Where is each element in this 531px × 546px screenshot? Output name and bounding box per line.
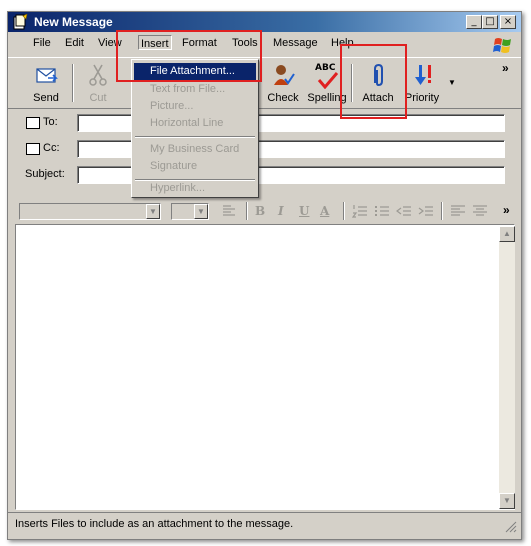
resize-grip-icon[interactable]: [505, 521, 517, 533]
minimize-button[interactable]: _: [466, 15, 482, 29]
send-button[interactable]: Send: [24, 61, 68, 105]
underline-button[interactable]: U: [299, 204, 309, 218]
scroll-up-icon[interactable]: ▲: [499, 226, 515, 242]
vertical-scrollbar[interactable]: ▲ ▼: [499, 226, 515, 509]
scissors-icon: [89, 64, 107, 86]
cut-button[interactable]: Cut: [76, 61, 120, 105]
menu-item-horizontal-line[interactable]: Horizontal Line: [134, 115, 256, 132]
font-size-select[interactable]: ▼: [171, 203, 209, 220]
priority-icon: [415, 65, 431, 85]
new-message-window: New Message _ □ × File Edit View Insert …: [7, 11, 522, 540]
font-color-button[interactable]: A: [320, 204, 329, 218]
chevron-down-icon: ▼: [194, 204, 208, 219]
menu-item-label: My Business Card: [150, 143, 240, 155]
check-names-button[interactable]: Check: [261, 61, 305, 105]
priority-dropdown-icon[interactable]: ▼: [448, 78, 456, 87]
main-toolbar: Send Cut Check ABC Spelling Attach Prior…: [8, 57, 521, 109]
numbered-list-icon[interactable]: [352, 204, 368, 218]
annotation-box-insert-menu: [116, 30, 262, 82]
spell-check-icon: [317, 72, 339, 89]
windows-logo-icon: [493, 38, 511, 53]
menu-item-hyperlink[interactable]: Hyperlink...: [134, 180, 256, 197]
menu-item-signature[interactable]: Signature: [134, 158, 256, 175]
check-names-icon: [274, 65, 295, 85]
decrease-indent-icon[interactable]: [396, 204, 412, 218]
menu-item-label: Hyperlink...: [150, 182, 206, 194]
scroll-down-icon[interactable]: ▼: [499, 493, 515, 509]
menu-item-label: Text from File...: [150, 83, 226, 95]
send-label: Send: [33, 92, 59, 104]
italic-button[interactable]: I: [278, 204, 284, 218]
address-book-icon[interactable]: [26, 143, 40, 155]
maximize-button[interactable]: □: [482, 15, 498, 29]
menu-item-label: Horizontal Line: [150, 117, 224, 129]
toolbar-separator: [246, 202, 248, 220]
bullet-list-icon[interactable]: [374, 204, 390, 218]
align-center-icon[interactable]: [472, 204, 488, 218]
toolbar-overflow-chevron[interactable]: »: [502, 61, 509, 75]
menu-item-label: Picture...: [150, 100, 194, 112]
chevron-down-icon: ▼: [146, 204, 160, 219]
annotation-box-attach: [340, 44, 407, 119]
toolbar-separator: [343, 202, 345, 220]
menu-item-label: Signature: [150, 160, 198, 172]
subject-label: Subject:: [25, 168, 65, 180]
check-label: Check: [267, 92, 299, 104]
menu-item-picture[interactable]: Picture...: [134, 98, 256, 115]
close-button[interactable]: ×: [500, 15, 516, 29]
align-left-icon[interactable]: [450, 204, 466, 218]
menu-file[interactable]: File: [33, 37, 51, 49]
menu-bar: File Edit View Insert Format Tools Messa…: [8, 33, 521, 55]
toolbar-separator: [441, 202, 443, 220]
bold-button[interactable]: B: [255, 204, 265, 218]
menu-message[interactable]: Message: [273, 37, 318, 49]
font-family-select[interactable]: ▼: [19, 203, 161, 220]
toolbar-separator: [72, 64, 74, 102]
formatting-toolbar: ▼ ▼ B I U A »: [14, 201, 517, 223]
paragraph-style-icon[interactable]: [221, 204, 237, 218]
status-bar: Inserts Files to include as an attachmen…: [8, 512, 521, 537]
menu-separator: [135, 136, 255, 138]
menu-item-business-card[interactable]: My Business Card: [134, 141, 256, 158]
new-message-icon: [13, 14, 28, 30]
title-bar[interactable]: New Message _ □ ×: [8, 12, 521, 32]
cut-label: Cut: [89, 92, 107, 104]
format-overflow-chevron[interactable]: »: [503, 203, 510, 217]
menu-item-text-from-file[interactable]: Text from File...: [134, 81, 256, 98]
status-text: Inserts Files to include as an attachmen…: [15, 518, 294, 530]
send-icon: [36, 68, 58, 83]
to-label: To:: [43, 116, 58, 128]
increase-indent-icon[interactable]: [418, 204, 434, 218]
menu-edit[interactable]: Edit: [65, 37, 84, 49]
cc-label: Cc:: [43, 142, 60, 154]
address-book-icon[interactable]: [26, 117, 40, 129]
window-title: New Message: [34, 15, 113, 29]
message-body-editor[interactable]: ▲ ▼: [15, 224, 515, 510]
